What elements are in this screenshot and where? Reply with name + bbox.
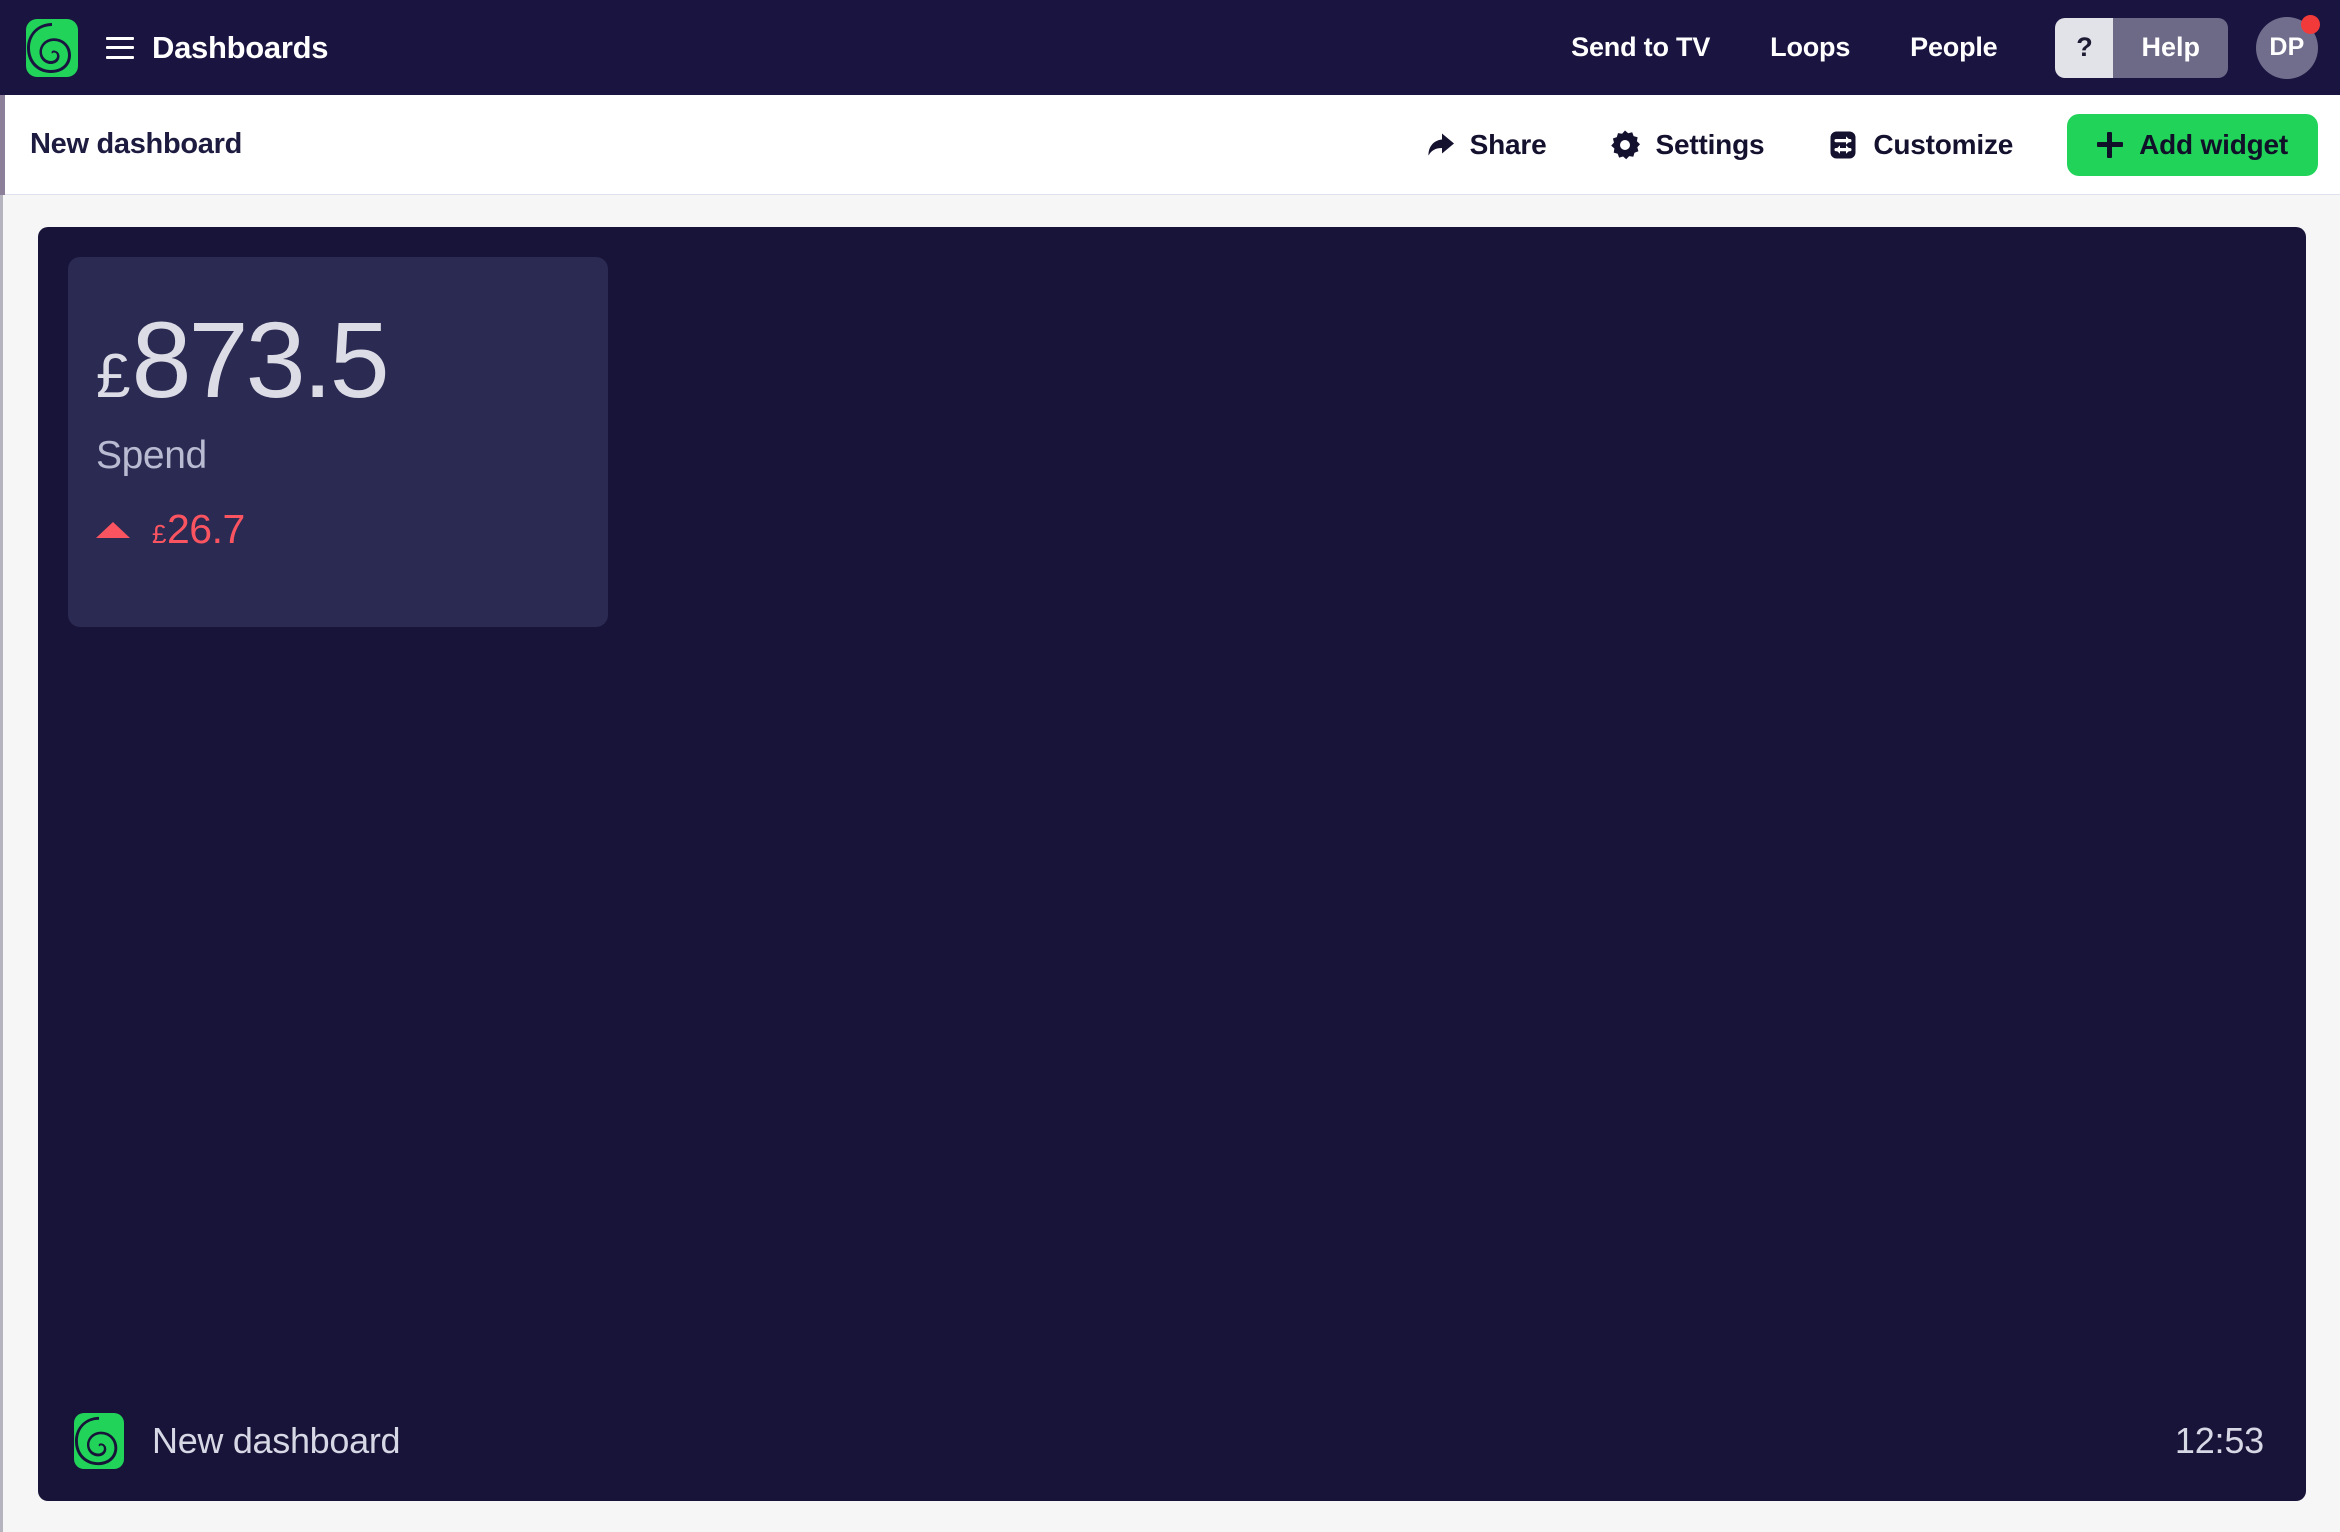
window-left-edge — [0, 95, 3, 1532]
settings-button[interactable]: Settings — [1578, 129, 1796, 161]
delta-text-row: £ 26.7 — [152, 506, 245, 553]
trend-up-icon — [96, 522, 130, 538]
page-title: New dashboard — [30, 128, 242, 161]
nav-left-group: Dashboards — [26, 19, 328, 77]
nav-link-send-to-tv[interactable]: Send to TV — [1541, 32, 1740, 63]
toolbar-actions: Share Settings — [1393, 114, 2318, 176]
window-left-accent — [0, 95, 5, 195]
help-button[interactable]: Help — [2113, 18, 2228, 78]
top-navigation-bar: Dashboards Send to TV Loops People ? Hel… — [0, 0, 2340, 95]
dashboard-toolbar: New dashboard Share Settings — [0, 95, 2340, 195]
help-question-icon[interactable]: ? — [2055, 18, 2113, 78]
canvas-footer: New dashboard 12:53 — [38, 1381, 2306, 1501]
canvas-footer-left: New dashboard — [74, 1413, 400, 1469]
share-button[interactable]: Share — [1393, 129, 1579, 161]
metric-value: 873.5 — [131, 309, 386, 412]
nav-right-group: Send to TV Loops People ? Help DP — [1541, 17, 2318, 79]
delta-currency-symbol: £ — [152, 519, 166, 550]
canvas-footer-title: New dashboard — [152, 1420, 400, 1462]
sliders-icon — [1828, 130, 1858, 160]
dashboards-menu-button[interactable]: Dashboards — [106, 30, 328, 66]
settings-label: Settings — [1655, 129, 1764, 161]
app-logo[interactable] — [26, 19, 78, 77]
widget-spend-metric[interactable]: £ 873.5 Spend £ 26.7 — [68, 257, 608, 627]
delta-value: 26.7 — [167, 506, 245, 553]
nav-link-loops[interactable]: Loops — [1740, 32, 1880, 63]
customize-button[interactable]: Customize — [1796, 129, 2045, 161]
dashboards-menu-label: Dashboards — [152, 30, 328, 66]
add-widget-label: Add widget — [2139, 129, 2288, 161]
app-root: Dashboards Send to TV Loops People ? Hel… — [0, 0, 2340, 1532]
metric-value-row: £ 873.5 — [96, 309, 568, 412]
dashboard-canvas: £ 873.5 Spend £ 26.7 New dashboard — [38, 227, 2306, 1501]
avatar[interactable]: DP — [2256, 17, 2318, 79]
plus-icon — [2097, 132, 2123, 158]
add-widget-button[interactable]: Add widget — [2067, 114, 2318, 176]
metric-delta: £ 26.7 — [96, 506, 568, 553]
customize-label: Customize — [1873, 129, 2013, 161]
share-arrow-icon — [1425, 131, 1455, 159]
help-button-group: ? Help — [2055, 18, 2228, 78]
metric-currency-symbol: £ — [96, 348, 129, 407]
hamburger-icon — [106, 37, 134, 59]
footer-logo — [74, 1413, 124, 1469]
notification-dot-icon — [2301, 15, 2320, 34]
nav-link-people[interactable]: People — [1880, 32, 2027, 63]
gear-icon — [1610, 130, 1640, 160]
canvas-footer-time: 12:53 — [2175, 1420, 2264, 1462]
metric-label: Spend — [96, 434, 568, 478]
share-label: Share — [1470, 129, 1547, 161]
